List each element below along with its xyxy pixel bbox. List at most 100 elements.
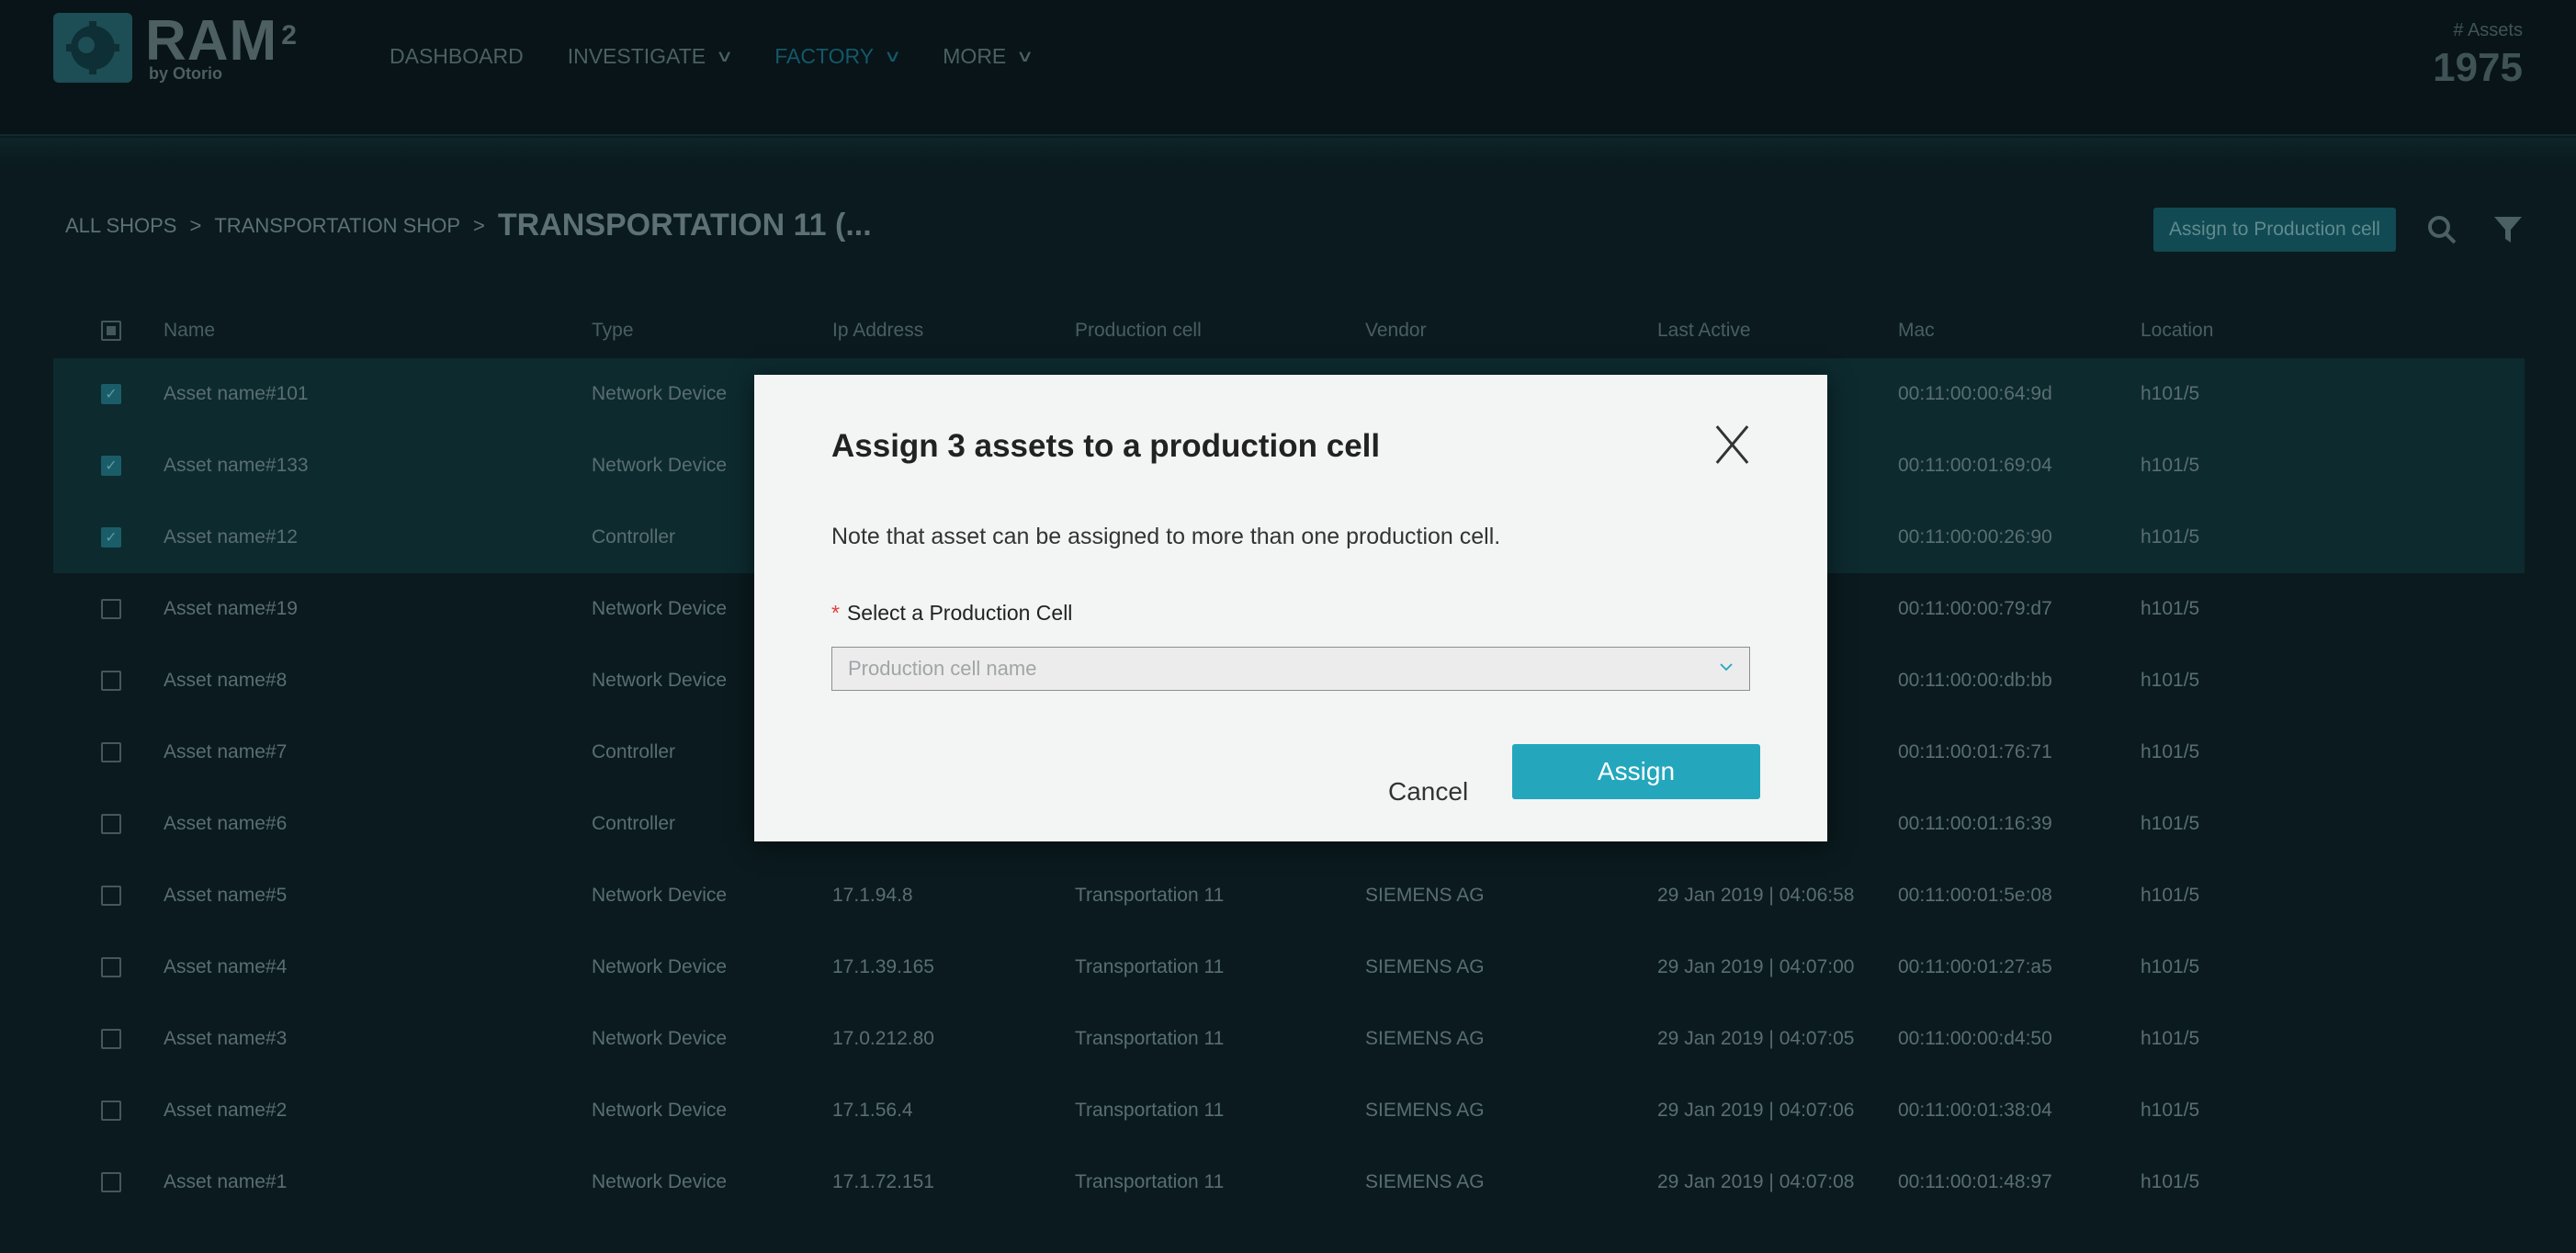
row-checkbox[interactable] [101,671,121,691]
table-row[interactable]: Asset name#3 Network Device 17.0.212.80 Tra… [53,1003,2525,1075]
cell-vendor: SIEMENS AG [1365,885,1485,906]
cell-name: Asset name#3 [164,1028,288,1049]
cell-production-cell: Transportation 11 [1075,1100,1225,1121]
table-header: Name Type Ip Address Production cell Ven… [53,303,2525,358]
production-cell-field-label: * Select a Production Cell [831,601,1073,625]
search-icon[interactable] [2420,208,2464,252]
cell-name: Asset name#1 [164,1171,288,1192]
production-cell-select[interactable]: Production cell name [831,647,1750,691]
header-shadow [0,138,2576,165]
cell-location: h101/5 [2141,383,2200,404]
dialog-title: Assign 3 assets to a production cell [831,428,1381,464]
row-checkbox[interactable] [101,1101,121,1121]
breadcrumb-all-shops[interactable]: ALL SHOPS [65,214,176,238]
cell-last-active: 29 Jan 2019 | 04:06:58 [1657,885,1855,906]
cell-production-cell: Transportation 11 [1075,956,1225,977]
main-nav: DASHBOARD INVESTIGATE ∨ FACTORY ∨ MORE ∨ [390,44,1075,69]
cell-location: h101/5 [2141,1100,2200,1121]
required-marker: * [831,601,840,625]
cell-mac: 00:11:00:01:27:a5 [1898,956,2052,977]
row-checkbox[interactable] [101,886,121,906]
breadcrumb-transportation-shop[interactable]: TRANSPORTATION SHOP [214,214,460,238]
nav-investigate[interactable]: INVESTIGATE ∨ [568,44,734,69]
chevron-down-icon [1720,663,1733,672]
row-checkbox[interactable]: ✓ [101,456,121,476]
breadcrumb-separator: > [473,213,485,237]
cell-name: Asset name#5 [164,885,288,906]
column-header-vendor[interactable]: Vendor [1365,320,1657,342]
cell-type: Network Device [592,956,728,977]
nav-more[interactable]: MORE ∨ [943,44,1034,69]
cell-name: Asset name#2 [164,1100,288,1121]
cell-location: h101/5 [2141,813,2200,834]
row-checkbox[interactable] [101,1029,121,1049]
assign-to-production-cell-button[interactable]: Assign to Production cell [2153,208,2396,252]
column-header-name[interactable]: Name [164,320,592,342]
cell-ip: 17.1.94.8 [832,885,913,906]
column-header-location[interactable]: Location [2141,320,2416,342]
cell-mac: 00:11:00:00:26:90 [1898,526,2052,547]
cell-name: Asset name#7 [164,741,288,762]
cell-name: Asset name#6 [164,813,288,834]
filter-icon[interactable] [2486,208,2530,252]
cell-production-cell: Transportation 11 [1075,885,1225,906]
cell-mac: 00:11:00:01:48:97 [1898,1171,2052,1192]
column-header-ip[interactable]: Ip Address [832,320,1075,342]
row-checkbox[interactable] [101,599,121,619]
cell-location: h101/5 [2141,455,2200,476]
assign-dialog: Assign 3 assets to a production cell Not… [754,375,1827,841]
table-row[interactable]: Asset name#5 Network Device 17.1.94.8 Trans… [53,860,2525,931]
gear-head-logo-icon [53,13,132,83]
table-row[interactable]: Asset name#2 Network Device 17.1.56.4 Trans… [53,1075,2525,1146]
table-row[interactable]: Asset name#4 Network Device 17.1.39.165 Tra… [53,931,2525,1003]
row-checkbox[interactable]: ✓ [101,384,121,404]
assets-counter: # Assets 1975 [2433,20,2523,91]
cell-mac: 00:11:00:00:64:9d [1898,383,2052,404]
cell-vendor: SIEMENS AG [1365,1100,1485,1121]
cell-name: Asset name#4 [164,956,288,977]
cell-mac: 00:11:00:00:d4:50 [1898,1028,2052,1049]
close-icon[interactable] [1710,415,1756,470]
cell-type: Network Device [592,1100,728,1121]
cell-vendor: SIEMENS AG [1365,956,1485,977]
row-checkbox[interactable] [101,742,121,762]
cell-mac: 00:11:00:01:16:39 [1898,813,2052,834]
cell-last-active: 29 Jan 2019 | 04:07:00 [1657,956,1855,977]
cell-location: h101/5 [2141,526,2200,547]
column-header-type[interactable]: Type [592,320,832,342]
nav-factory[interactable]: FACTORY ∨ [774,44,901,69]
app-logo[interactable]: RAM 2 by Otorio [53,9,298,87]
row-checkbox[interactable] [101,814,121,834]
cell-ip: 17.0.212.80 [832,1028,934,1049]
cell-vendor: SIEMENS AG [1365,1171,1485,1192]
cell-type: Network Device [592,1171,728,1192]
cell-location: h101/5 [2141,741,2200,762]
column-header-mac[interactable]: Mac [1898,320,2141,342]
cell-name: Asset name#12 [164,526,298,547]
cell-production-cell: Transportation 11 [1075,1171,1225,1192]
breadcrumb: ALL SHOPS > TRANSPORTATION SHOP > TRANSP… [65,208,872,243]
cell-vendor: SIEMENS AG [1365,1028,1485,1049]
cell-location: h101/5 [2141,956,2200,977]
cell-type: Network Device [592,1028,728,1049]
app-header: RAM 2 by Otorio DASHBOARD INVESTIGATE ∨ FA… [0,0,2576,136]
row-checkbox[interactable]: ✓ [101,527,121,547]
production-cell-select-placeholder: Production cell name [848,657,1037,680]
column-header-production-cell[interactable]: Production cell [1075,320,1365,342]
nav-dashboard[interactable]: DASHBOARD [390,44,524,69]
cell-ip: 17.1.39.165 [832,956,934,977]
row-checkbox[interactable] [101,1172,121,1192]
cell-mac: 00:11:00:01:38:04 [1898,1100,2052,1121]
cell-mac: 00:11:00:00:79:d7 [1898,598,2052,619]
cell-name: Asset name#19 [164,598,298,619]
dialog-note: Note that asset can be assigned to more … [831,524,1501,549]
column-header-last-active[interactable]: Last Active [1657,320,1898,342]
cell-production-cell: Transportation 11 [1075,1028,1225,1049]
cell-mac: 00:11:00:01:76:71 [1898,741,2052,762]
select-all-checkbox[interactable] [101,321,121,341]
cell-name: Asset name#8 [164,670,288,691]
cancel-button[interactable]: Cancel [1388,777,1468,807]
assign-button[interactable]: Assign [1512,744,1760,799]
row-checkbox[interactable] [101,957,121,977]
table-row[interactable]: Asset name#1 Network Device 17.1.72.151 Tra… [53,1146,2525,1218]
